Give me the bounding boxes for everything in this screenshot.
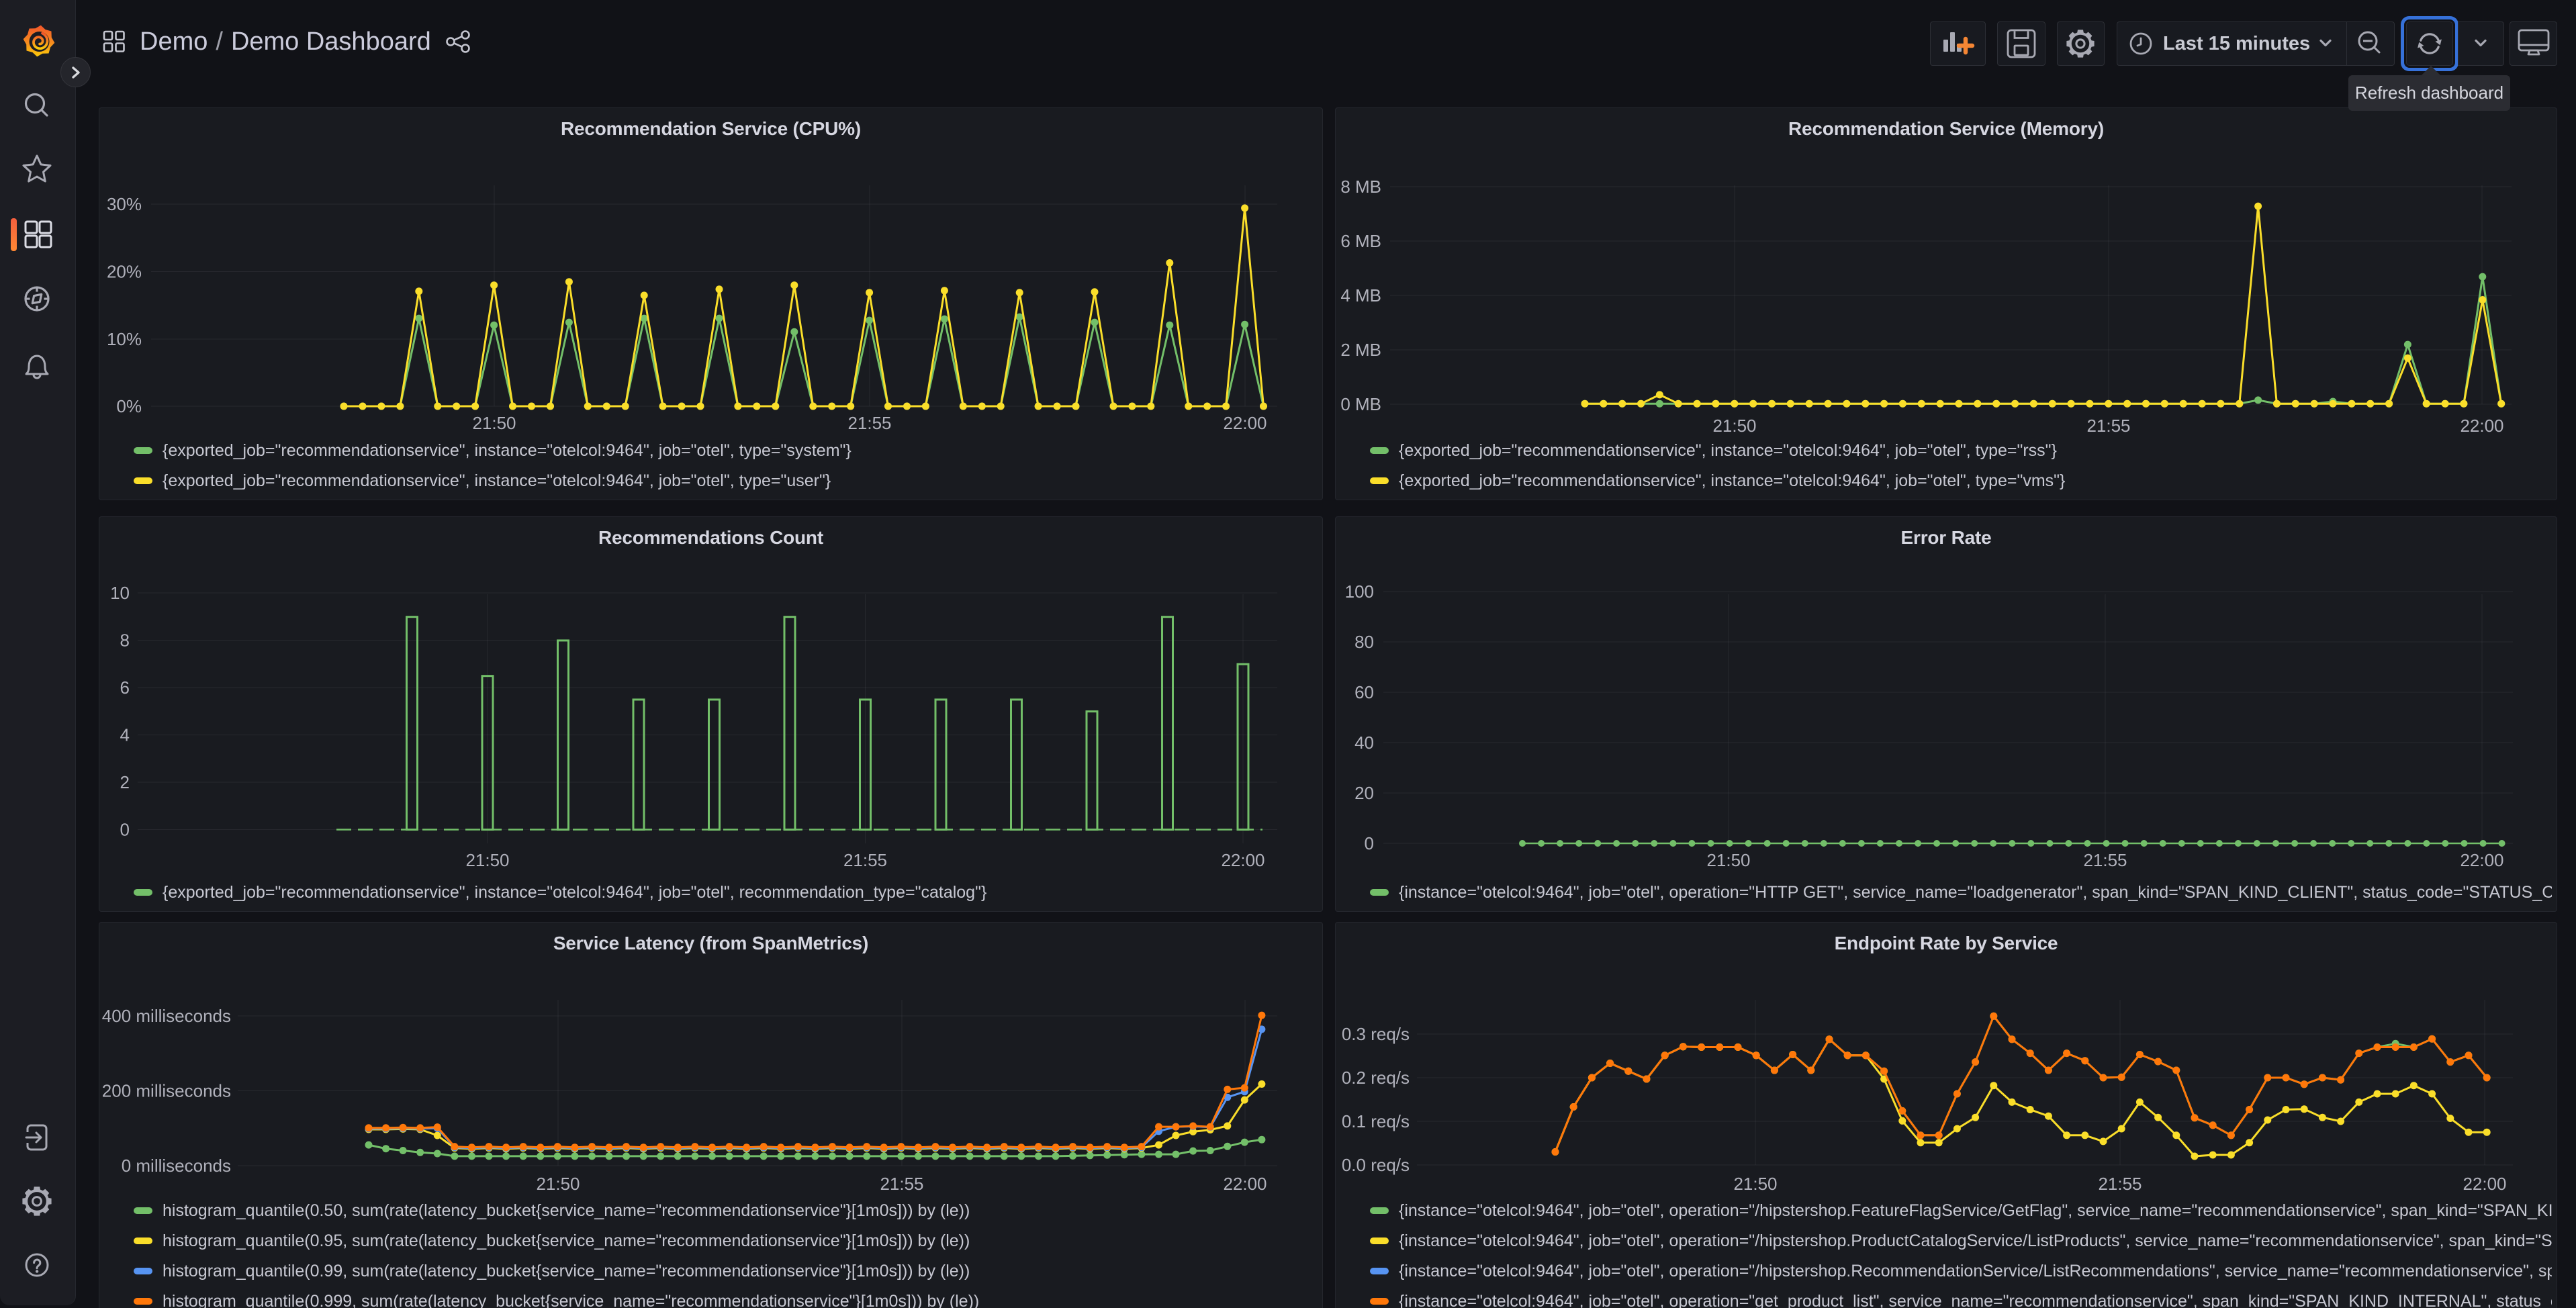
svg-text:2 MB: 2 MB <box>1340 340 1381 360</box>
svg-text:10%: 10% <box>107 329 142 349</box>
svg-text:0: 0 <box>1365 833 1374 853</box>
svg-text:8: 8 <box>120 630 130 651</box>
svg-text:400 milliseconds: 400 milliseconds <box>102 1006 231 1026</box>
svg-text:0.2 req/s: 0.2 req/s <box>1342 1068 1410 1088</box>
svg-text:0%: 0% <box>116 396 142 416</box>
svg-text:6: 6 <box>120 678 130 698</box>
svg-text:21:50: 21:50 <box>1712 416 1756 436</box>
svg-text:0: 0 <box>120 820 130 840</box>
svg-text:0.1 req/s: 0.1 req/s <box>1342 1111 1410 1131</box>
svg-text:30%: 30% <box>107 194 142 214</box>
svg-text:21:50: 21:50 <box>536 1174 580 1194</box>
svg-text:4 MB: 4 MB <box>1340 285 1381 306</box>
svg-text:22:00: 22:00 <box>2463 1174 2506 1194</box>
svg-text:21:55: 21:55 <box>2083 850 2127 870</box>
svg-text:4: 4 <box>120 725 130 745</box>
svg-text:100: 100 <box>1345 581 1374 602</box>
svg-text:22:00: 22:00 <box>1223 1174 1267 1194</box>
svg-text:2: 2 <box>120 772 130 792</box>
svg-text:21:55: 21:55 <box>2086 416 2130 436</box>
svg-text:40: 40 <box>1354 733 1374 753</box>
svg-text:8 MB: 8 MB <box>1340 177 1381 197</box>
svg-text:21:50: 21:50 <box>465 850 509 870</box>
svg-text:20: 20 <box>1354 783 1374 803</box>
svg-text:10: 10 <box>110 583 130 603</box>
svg-text:22:00: 22:00 <box>1221 850 1264 870</box>
svg-text:21:50: 21:50 <box>1706 850 1750 870</box>
svg-text:60: 60 <box>1354 682 1374 702</box>
svg-text:0 milliseconds: 0 milliseconds <box>122 1156 231 1176</box>
svg-text:80: 80 <box>1354 632 1374 652</box>
svg-text:20%: 20% <box>107 262 142 282</box>
svg-text:200 milliseconds: 200 milliseconds <box>102 1081 231 1101</box>
svg-text:6 MB: 6 MB <box>1340 231 1381 251</box>
svg-text:0.3 req/s: 0.3 req/s <box>1342 1024 1410 1044</box>
svg-text:22:00: 22:00 <box>2460 850 2503 870</box>
svg-text:22:00: 22:00 <box>2460 416 2503 436</box>
svg-text:0.0 req/s: 0.0 req/s <box>1342 1155 1410 1175</box>
svg-text:21:55: 21:55 <box>843 850 887 870</box>
svg-text:21:50: 21:50 <box>472 413 516 433</box>
svg-text:21:55: 21:55 <box>2098 1174 2142 1194</box>
svg-text:0 MB: 0 MB <box>1340 394 1381 414</box>
svg-text:21:55: 21:55 <box>847 413 891 433</box>
svg-text:21:50: 21:50 <box>1733 1174 1777 1194</box>
svg-text:22:00: 22:00 <box>1223 413 1267 433</box>
svg-text:21:55: 21:55 <box>880 1174 923 1194</box>
